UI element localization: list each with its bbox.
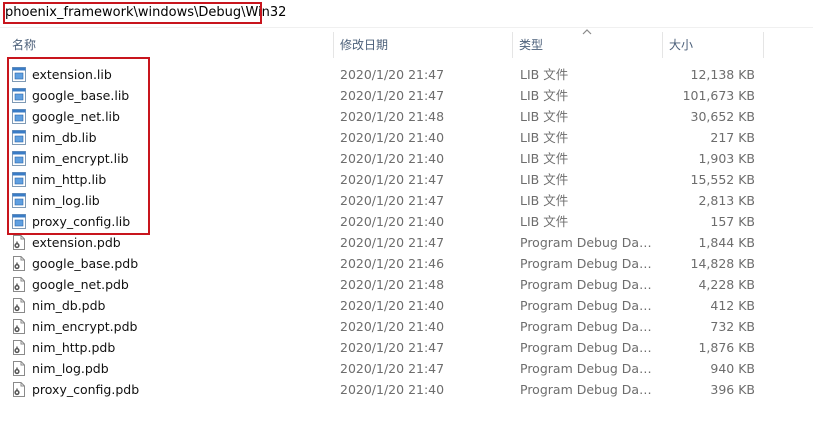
file-type: LIB 文件 — [520, 67, 569, 82]
file-type: Program Debug Data... — [520, 277, 656, 292]
file-name: google_net.pdb — [32, 277, 129, 292]
file-size: 30,652 KB — [690, 109, 755, 124]
lib-files-highlight-box — [7, 57, 150, 235]
file-type: LIB 文件 — [520, 130, 569, 145]
file-type: LIB 文件 — [520, 109, 569, 124]
file-size: 396 KB — [710, 382, 755, 397]
file-name: proxy_config.pdb — [32, 382, 140, 397]
file-row[interactable]: nim_log.pdb 2020/1/20 21:47 Program Debug … — [0, 358, 813, 379]
file-row[interactable]: nim_http.pdb 2020/1/20 21:47 Program Debug… — [0, 337, 813, 358]
file-size: 12,138 KB — [690, 67, 755, 82]
file-row[interactable]: nim_encrypt.pdb 2020/1/20 21:40 Program De… — [0, 316, 813, 337]
file-modified-date: 2020/1/20 21:40 — [340, 214, 445, 229]
file-name: google_base.pdb — [32, 256, 139, 271]
file-modified-date: 2020/1/20 21:47 — [340, 340, 445, 355]
file-size: 217 KB — [710, 130, 755, 145]
file-modified-date: 2020/1/20 21:48 — [340, 277, 445, 292]
file-name: nim_db.pdb — [32, 298, 106, 313]
address-highlight-box — [3, 2, 262, 24]
file-modified-date: 2020/1/20 21:48 — [340, 109, 445, 124]
file-type: Program Debug Data... — [520, 361, 656, 376]
file-type: LIB 文件 — [520, 151, 569, 166]
file-type: LIB 文件 — [520, 172, 569, 187]
pdb-file-icon — [12, 298, 26, 313]
pdb-file-icon — [12, 256, 26, 271]
file-type: Program Debug Data... — [520, 256, 656, 271]
file-type: Program Debug Data... — [520, 340, 656, 355]
file-type: Program Debug Data... — [520, 382, 656, 397]
file-modified-date: 2020/1/20 21:40 — [340, 319, 445, 334]
column-header-size[interactable]: 大小 — [663, 32, 763, 58]
file-type: Program Debug Data... — [520, 298, 656, 313]
file-size: 157 KB — [710, 214, 755, 229]
file-name: nim_http.pdb — [32, 340, 116, 355]
file-name: extension.pdb — [32, 235, 121, 250]
pdb-file-icon — [12, 340, 26, 355]
file-size: 15,552 KB — [690, 172, 755, 187]
file-row[interactable]: extension.pdb 2020/1/20 21:47 Program Debu… — [0, 232, 813, 253]
file-modified-date: 2020/1/20 21:47 — [340, 67, 445, 82]
file-name: nim_log.pdb — [32, 361, 109, 376]
file-modified-date: 2020/1/20 21:46 — [340, 256, 445, 271]
pdb-file-icon — [12, 319, 26, 334]
file-modified-date: 2020/1/20 21:47 — [340, 361, 445, 376]
file-row[interactable]: google_net.pdb 2020/1/20 21:48 Program Deb… — [0, 274, 813, 295]
file-explorer: phoenix_framework\windows\Debug\Win32 名称… — [0, 0, 813, 443]
file-size: 101,673 KB — [682, 88, 755, 103]
file-name: nim_encrypt.pdb — [32, 319, 138, 334]
pdb-file-icon — [12, 235, 26, 250]
file-modified-date: 2020/1/20 21:47 — [340, 235, 445, 250]
file-type: Program Debug Data... — [520, 235, 656, 250]
file-modified-date: 2020/1/20 21:40 — [340, 298, 445, 313]
file-size: 14,828 KB — [690, 256, 755, 271]
file-row[interactable]: proxy_config.pdb 2020/1/20 21:40 Program D… — [0, 379, 813, 400]
file-modified-date: 2020/1/20 21:47 — [340, 172, 445, 187]
file-size: 1,903 KB — [698, 151, 755, 166]
file-size: 732 KB — [710, 319, 755, 334]
file-type: Program Debug Data... — [520, 319, 656, 334]
file-modified-date: 2020/1/20 21:40 — [340, 382, 445, 397]
pdb-file-icon — [12, 382, 26, 397]
column-header-name[interactable]: 名称 — [6, 32, 334, 58]
file-size: 2,813 KB — [698, 193, 755, 208]
file-type: LIB 文件 — [520, 88, 569, 103]
file-modified-date: 2020/1/20 21:40 — [340, 151, 445, 166]
file-modified-date: 2020/1/20 21:47 — [340, 88, 445, 103]
file-size: 412 KB — [710, 298, 755, 313]
file-size: 1,844 KB — [698, 235, 755, 250]
column-header-row: 名称 修改日期 类型 大小 — [0, 32, 813, 58]
file-modified-date: 2020/1/20 21:40 — [340, 130, 445, 145]
file-size: 1,876 KB — [698, 340, 755, 355]
sort-ascending-icon — [582, 29, 592, 35]
file-row[interactable]: nim_db.pdb 2020/1/20 21:40 Program Debug D… — [0, 295, 813, 316]
column-header-date[interactable]: 修改日期 — [334, 32, 512, 58]
file-size: 940 KB — [710, 361, 755, 376]
file-modified-date: 2020/1/20 21:47 — [340, 193, 445, 208]
pdb-file-icon — [12, 361, 26, 376]
file-size: 4,228 KB — [698, 277, 755, 292]
column-divider[interactable] — [763, 32, 764, 58]
pdb-file-icon — [12, 277, 26, 292]
file-type: LIB 文件 — [520, 193, 569, 208]
file-type: LIB 文件 — [520, 214, 569, 229]
file-row[interactable]: google_base.pdb 2020/1/20 21:46 Program De… — [0, 253, 813, 274]
